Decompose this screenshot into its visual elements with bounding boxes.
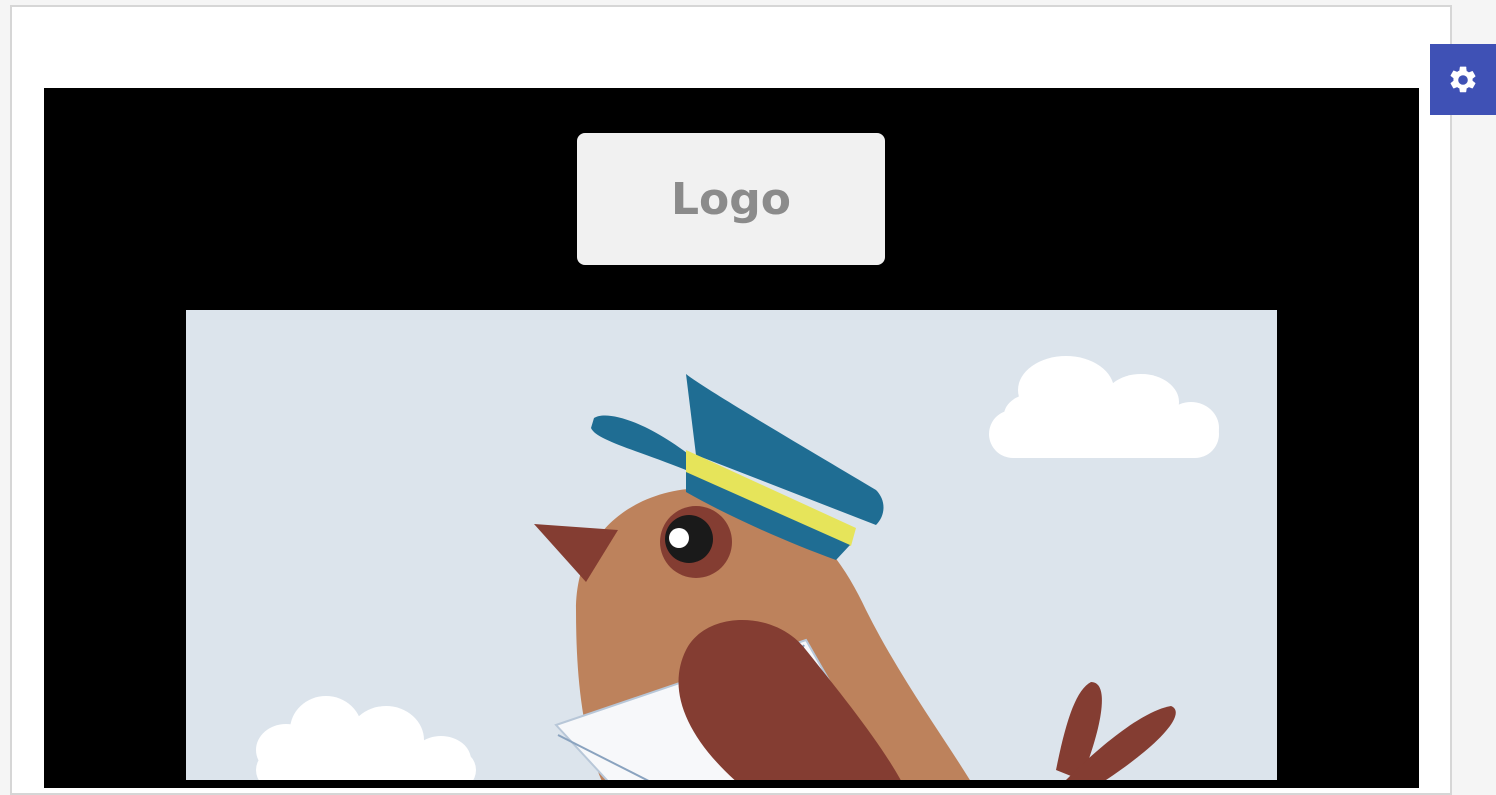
bird-eye [660,506,732,578]
editor-canvas: Logo [0,0,1496,795]
cloud-bottom-left [256,696,476,780]
logo-placeholder[interactable]: Logo [577,133,885,265]
hero-image[interactable] [186,310,1277,780]
settings-button[interactable] [1430,44,1496,115]
bird-tail [1056,682,1176,780]
postman-bird-illustration [256,356,1219,780]
gear-icon [1450,66,1476,92]
cloud-top-right [989,356,1219,458]
logo-label: Logo [671,173,791,225]
